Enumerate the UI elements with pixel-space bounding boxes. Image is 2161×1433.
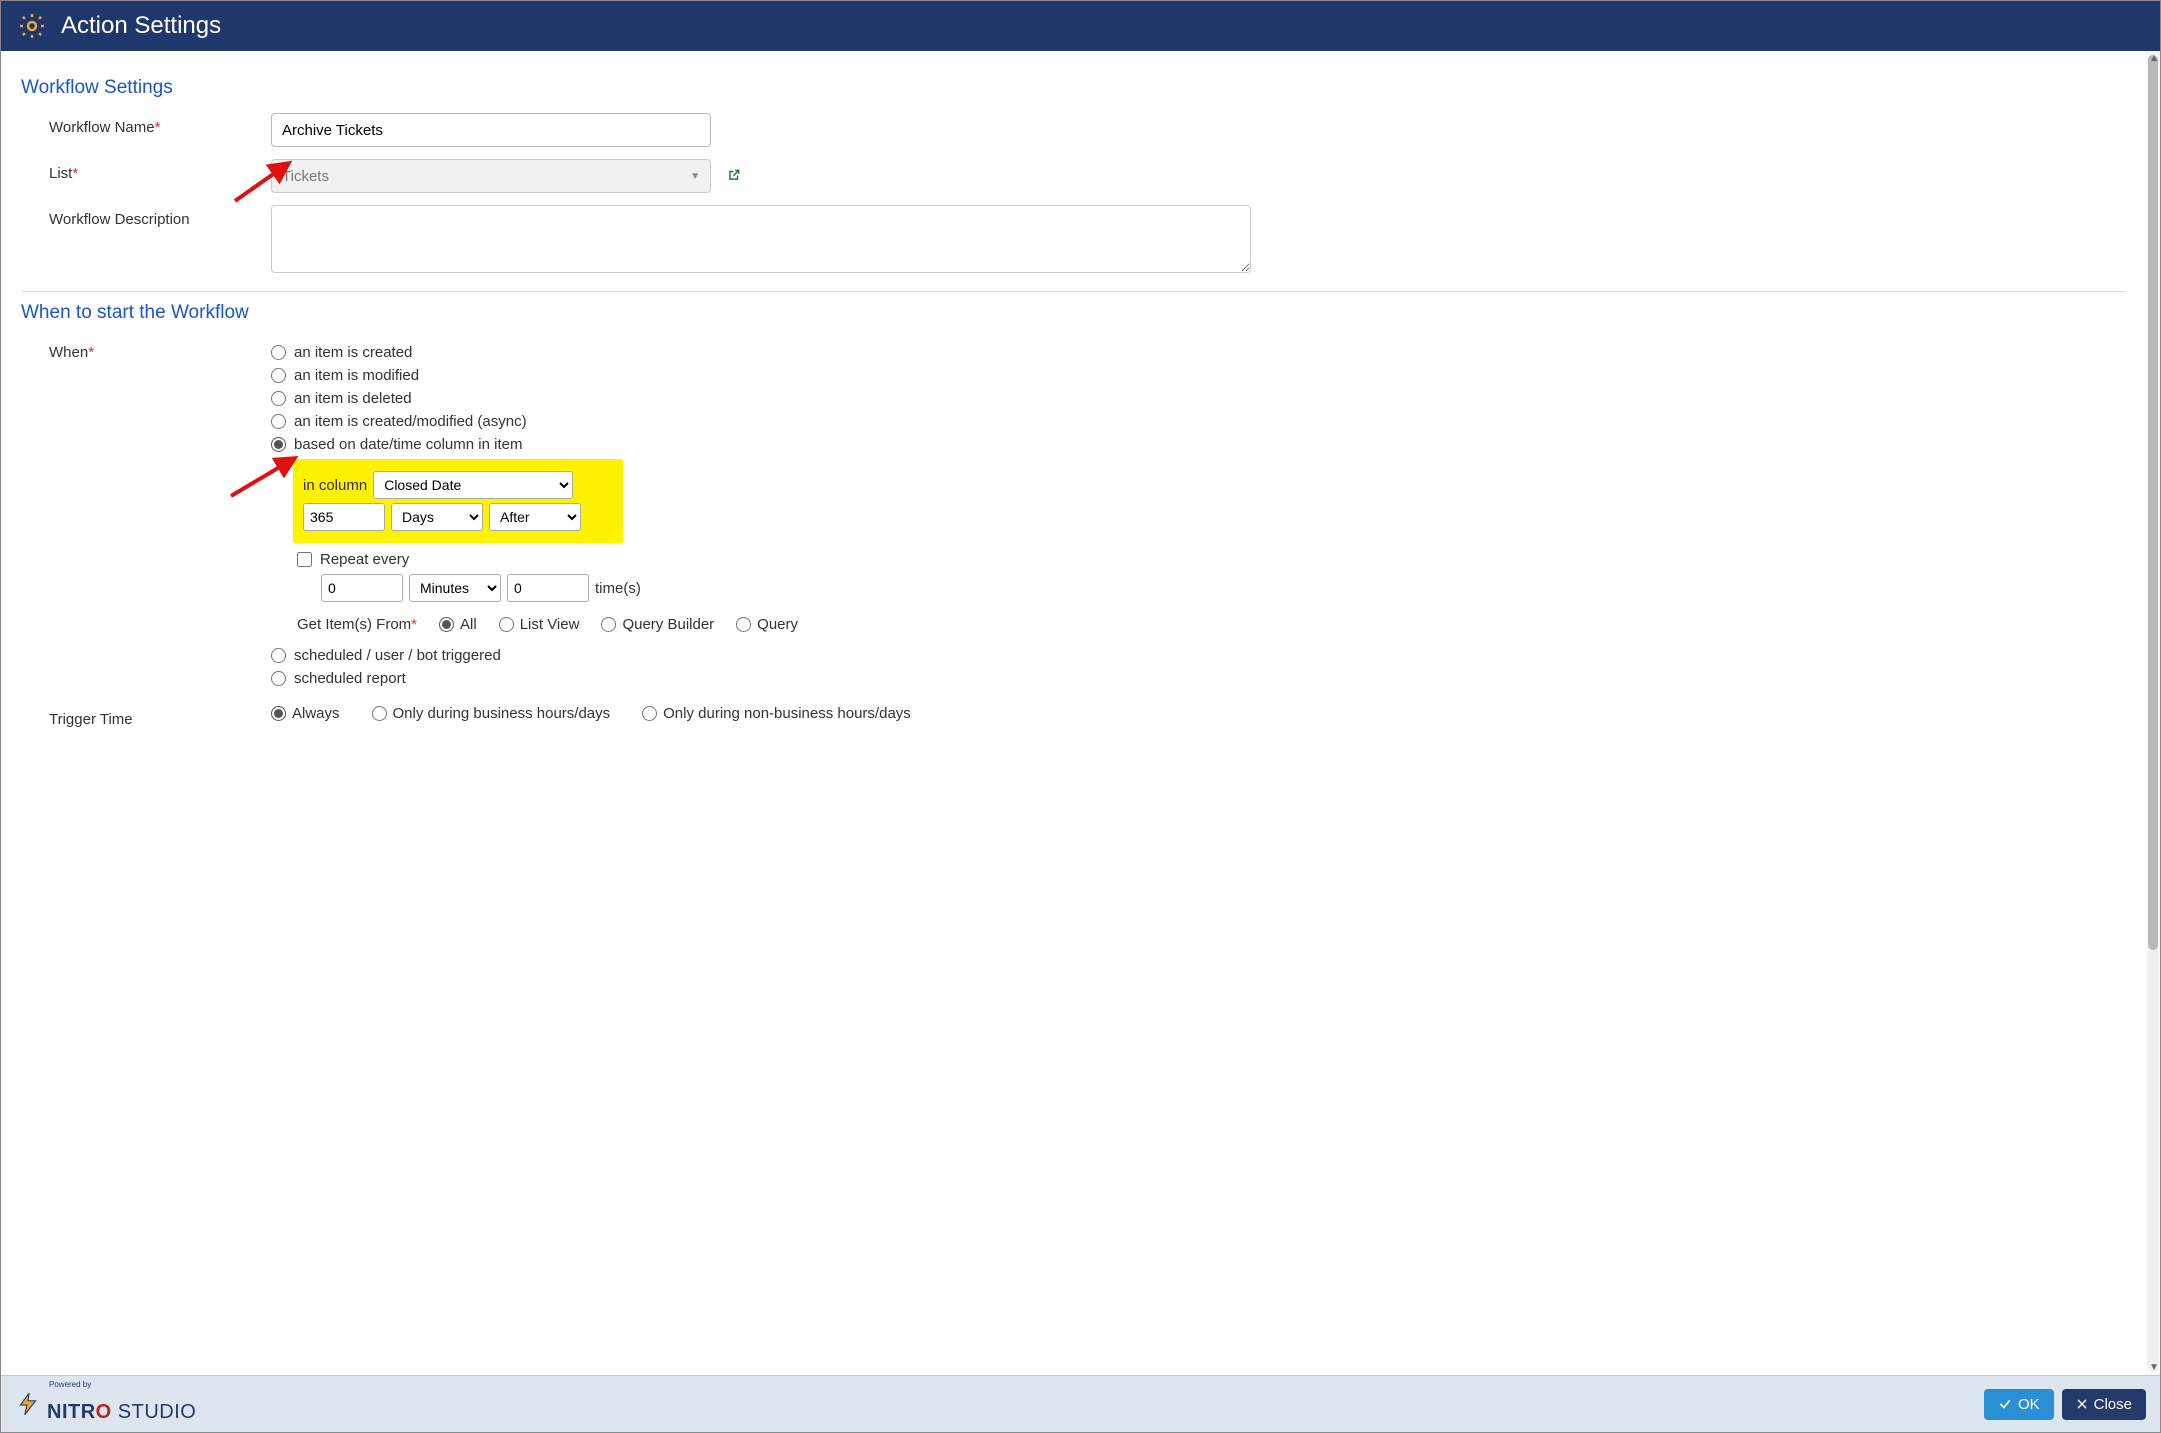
radio-trigger-nonbusiness[interactable]: Only during non-business hours/days: [642, 705, 911, 722]
radio-created[interactable]: [271, 345, 286, 360]
required-mark: *: [411, 616, 417, 633]
repeat-checkbox[interactable]: [297, 552, 312, 567]
label-list: List*: [21, 159, 271, 182]
row-trigger-time: Trigger Time Always Only during business…: [21, 705, 2126, 728]
radio-modified[interactable]: [271, 368, 286, 383]
label-description: Workflow Description: [21, 205, 271, 228]
brand-logo: Powered by NITRO STUDIO: [15, 1384, 196, 1424]
radio-getitems-listview[interactable]: List View: [499, 616, 580, 633]
get-items-row: Get Item(s) From* All List View Query Bu…: [297, 616, 2126, 633]
ok-button[interactable]: OK: [1984, 1389, 2054, 1420]
divider: [21, 291, 2126, 292]
required-mark: *: [88, 344, 94, 361]
footer-buttons: OK Close: [1984, 1389, 2146, 1420]
powered-by-text: Powered by: [49, 1380, 91, 1389]
close-button[interactable]: Close: [2062, 1389, 2146, 1420]
label-times: time(s): [595, 580, 641, 597]
radio-trigger-business[interactable]: Only during business hours/days: [372, 705, 611, 722]
dialog-title: Action Settings: [61, 12, 221, 40]
radio-trigger-always[interactable]: Always: [271, 705, 340, 722]
label-in-column: in column: [303, 477, 367, 494]
required-mark: *: [72, 165, 78, 182]
row-description: Workflow Description: [21, 205, 2126, 277]
repeat-checkbox-line[interactable]: Repeat every: [297, 551, 2126, 568]
column-select[interactable]: Closed Date: [373, 471, 573, 499]
row-when: When* an item is created an item is modi…: [21, 338, 2126, 693]
radio-item-scheduled[interactable]: scheduled / user / bot triggered: [271, 647, 2126, 664]
scroll-up-icon[interactable]: ▲: [2149, 53, 2159, 64]
radio-getitems-querybuilder[interactable]: Query Builder: [601, 616, 714, 633]
radio-getitems-query[interactable]: Query: [736, 616, 798, 633]
bolt-icon: [15, 1391, 41, 1417]
section-title-workflow: Workflow Settings: [21, 77, 2126, 99]
title-bar: Action Settings: [1, 1, 2160, 51]
radio-getitems-all[interactable]: All: [439, 616, 477, 633]
label-trigger-time: Trigger Time: [21, 705, 271, 728]
content-area: Workflow Settings Workflow Name* List* T…: [1, 51, 2160, 1375]
offset-direction-select[interactable]: After: [489, 503, 581, 531]
workflow-description-input[interactable]: [271, 205, 1251, 273]
radio-scheduled-report[interactable]: [271, 671, 286, 686]
radio-date-column[interactable]: [271, 437, 286, 452]
radio-item-deleted[interactable]: an item is deleted: [271, 390, 2126, 407]
date-column-config-highlight: in column Closed Date Days After: [293, 459, 623, 543]
gear-icon: [17, 11, 47, 41]
repeat-config-row: Minutes time(s): [321, 574, 2126, 602]
row-workflow-name: Workflow Name*: [21, 113, 2126, 147]
offset-value-input[interactable]: [303, 503, 385, 531]
scroll-down-icon[interactable]: ▼: [2149, 1362, 2159, 1373]
label-workflow-name: Workflow Name*: [21, 113, 271, 136]
chevron-down-icon: ▼: [690, 171, 700, 182]
close-icon: [2076, 1398, 2088, 1410]
check-icon: [1998, 1397, 2012, 1411]
footer-bar: Powered by NITRO STUDIO OK Close: [1, 1375, 2160, 1432]
workflow-name-input[interactable]: [271, 113, 711, 147]
repeat-times-input[interactable]: [507, 574, 589, 602]
label-when: When*: [21, 338, 271, 361]
open-external-icon[interactable]: [727, 168, 741, 185]
required-mark: *: [155, 119, 161, 136]
repeat-unit-select[interactable]: Minutes: [409, 574, 501, 602]
radio-item-scheduled-report[interactable]: scheduled report: [271, 670, 2126, 687]
radio-created-modified-async[interactable]: [271, 414, 286, 429]
radio-item-created-modified-async[interactable]: an item is created/modified (async): [271, 413, 2126, 430]
dialog-window: Action Settings Workflow Settings Workfl…: [0, 0, 2161, 1433]
label-get-items: Get Item(s) From*: [297, 616, 417, 633]
list-select[interactable]: Tickets ▼: [271, 159, 711, 193]
list-select-value: Tickets: [282, 168, 329, 185]
radio-scheduled[interactable]: [271, 648, 286, 663]
row-list: List* Tickets ▼: [21, 159, 2126, 193]
repeat-interval-input[interactable]: [321, 574, 403, 602]
scroll-content[interactable]: Workflow Settings Workflow Name* List* T…: [1, 51, 2146, 1375]
vertical-scrollbar[interactable]: [2148, 55, 2158, 1371]
scrollbar-thumb[interactable]: [2148, 55, 2158, 950]
section-title-when: When to start the Workflow: [21, 302, 2126, 324]
offset-unit-select[interactable]: Days: [391, 503, 483, 531]
label-repeat: Repeat every: [320, 551, 409, 568]
radio-item-created[interactable]: an item is created: [271, 344, 2126, 361]
radio-item-date-column[interactable]: based on date/time column in item: [271, 436, 2126, 453]
radio-item-modified[interactable]: an item is modified: [271, 367, 2126, 384]
radio-deleted[interactable]: [271, 391, 286, 406]
